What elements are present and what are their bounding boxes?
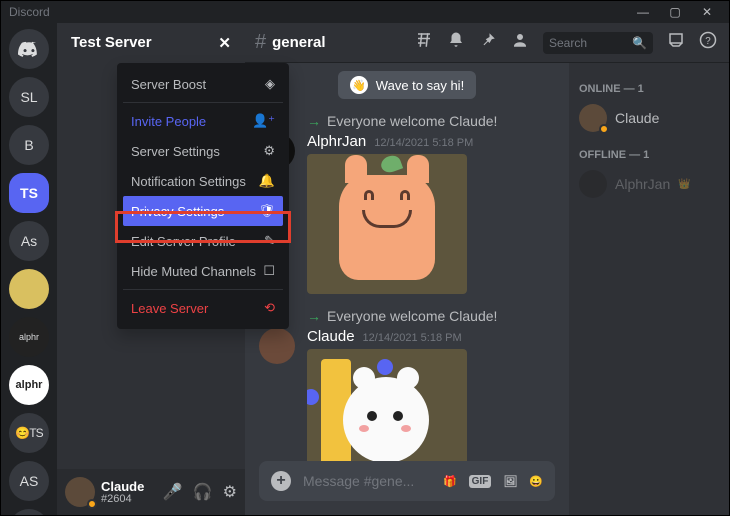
message: Claude 12/14/2021 5:18 PM [259, 326, 555, 461]
guild-item-active[interactable]: TS [9, 173, 49, 213]
input-placeholder: Message #gene... [303, 473, 431, 489]
window-minimize[interactable]: — [629, 2, 657, 22]
gift-icon[interactable]: 🎁 [443, 475, 457, 488]
message-input[interactable]: + Message #gene... 🎁 GIF 🖼 😀 [259, 461, 555, 501]
guild-list: SL B TS As alphr alphr 😊TS AS as [1, 23, 57, 515]
guild-item[interactable]: alphr [9, 365, 49, 405]
deafen-icon[interactable]: 🎧 [193, 482, 213, 502]
message-author[interactable]: Claude [307, 328, 355, 345]
invite-icon: 👤⁺ [252, 113, 275, 129]
search-placeholder: Search [549, 36, 587, 50]
chat-area: 👋 Wave to say hi! → Everyone welcome Cla… [245, 63, 569, 515]
members-online-header: ONLINE — 1 [579, 83, 719, 95]
crown-icon: 👑 [678, 179, 690, 190]
emoji-button[interactable]: 😀 [529, 475, 543, 488]
bell-icon: 🔔 [259, 173, 275, 189]
help-icon[interactable]: ? [699, 31, 717, 54]
menu-server-settings[interactable]: Server Settings ⚙ [123, 136, 283, 166]
menu-leave-server[interactable]: Leave Server ⟲ [123, 293, 283, 323]
sticker[interactable] [307, 154, 467, 294]
checkbox-icon: ☐ [263, 263, 275, 279]
pinned-icon[interactable] [479, 31, 497, 54]
user-tag: #2604 [101, 493, 144, 505]
server-header[interactable]: Test Server ✕ [57, 23, 245, 63]
mute-icon[interactable]: 🎤 [163, 482, 183, 502]
join-arrow-icon: → [307, 113, 321, 129]
menu-invite-people[interactable]: Invite People 👤⁺ [123, 106, 283, 136]
app-name: Discord [9, 5, 50, 19]
message-timestamp: 12/14/2021 5:18 PM [363, 332, 462, 344]
leave-icon: ⟲ [264, 300, 275, 316]
member-avatar [579, 170, 607, 198]
guild-item[interactable]: As [9, 221, 49, 261]
sticker-button[interactable]: 🖼 [503, 475, 517, 488]
guild-item[interactable]: SL [9, 77, 49, 117]
shield-icon: 🛡 [258, 203, 275, 219]
hash-icon: # [255, 31, 266, 54]
user-avatar[interactable] [65, 477, 95, 507]
guild-item[interactable]: AS [9, 461, 49, 501]
window-close[interactable]: ✕ [693, 2, 721, 22]
avatar[interactable] [259, 328, 295, 364]
message-author[interactable]: AlphrJan [307, 133, 366, 150]
svg-text:?: ? [705, 36, 711, 47]
window-maximize[interactable]: ▢ [661, 2, 689, 22]
member-avatar [579, 104, 607, 132]
sticker[interactable] [307, 349, 467, 461]
message: alphr AlphrJan 12/14/2021 5:18 PM [259, 131, 555, 304]
guild-item[interactable] [9, 269, 49, 309]
server-dropdown: Server Boost ◈ Invite People 👤⁺ Server S… [117, 63, 289, 329]
system-message: → Everyone welcome Claude! [259, 304, 555, 326]
settings-icon[interactable]: ⚙ [223, 482, 237, 502]
inbox-icon[interactable] [667, 31, 685, 54]
boost-icon: ◈ [265, 76, 275, 92]
guild-item[interactable]: B [9, 125, 49, 165]
threads-icon[interactable] [415, 31, 433, 54]
menu-notification-settings[interactable]: Notification Settings 🔔 [123, 166, 283, 196]
wave-icon: 👋 [350, 76, 368, 94]
member-list: ONLINE — 1 Claude OFFLINE — 1 AlphrJan 👑 [569, 63, 729, 515]
titlebar: Discord — ▢ ✕ [1, 1, 729, 23]
pencil-icon: ✎ [264, 233, 275, 249]
menu-server-boost[interactable]: Server Boost ◈ [123, 69, 283, 99]
members-icon[interactable] [511, 31, 529, 54]
system-message: → Everyone welcome Claude! [259, 109, 555, 131]
member-item[interactable]: AlphrJan 👑 [579, 167, 719, 201]
guild-home[interactable] [9, 29, 49, 69]
user-panel: Claude #2604 🎤 🎧 ⚙ [57, 469, 245, 515]
notifications-icon[interactable] [447, 31, 465, 54]
guild-item[interactable]: alphr [9, 317, 49, 357]
wave-banner[interactable]: 👋 Wave to say hi! [338, 71, 476, 99]
members-offline-header: OFFLINE — 1 [579, 149, 719, 161]
search-input[interactable]: Search 🔍 [543, 32, 653, 54]
guild-item[interactable]: 😊TS [9, 413, 49, 453]
menu-privacy-settings[interactable]: Privacy Settings 🛡 [123, 196, 283, 226]
menu-hide-muted[interactable]: Hide Muted Channels ☐ [123, 256, 283, 286]
close-icon[interactable]: ✕ [218, 34, 231, 52]
search-icon: 🔍 [632, 36, 647, 50]
header: Test Server ✕ # general Search 🔍 ? [57, 23, 729, 63]
channel-name: general [272, 34, 325, 51]
server-name: Test Server [71, 34, 152, 51]
gear-icon: ⚙ [263, 143, 275, 159]
channel-sidebar: Server Boost ◈ Invite People 👤⁺ Server S… [57, 63, 245, 515]
gif-button[interactable]: GIF [469, 475, 492, 488]
message-timestamp: 12/14/2021 5:18 PM [374, 137, 473, 149]
guild-item[interactable]: as [9, 509, 49, 515]
member-item[interactable]: Claude [579, 101, 719, 135]
join-arrow-icon: → [307, 308, 321, 324]
user-name: Claude [101, 480, 144, 493]
menu-edit-server-profile[interactable]: Edit Server Profile ✎ [123, 226, 283, 256]
attach-button[interactable]: + [271, 471, 291, 491]
